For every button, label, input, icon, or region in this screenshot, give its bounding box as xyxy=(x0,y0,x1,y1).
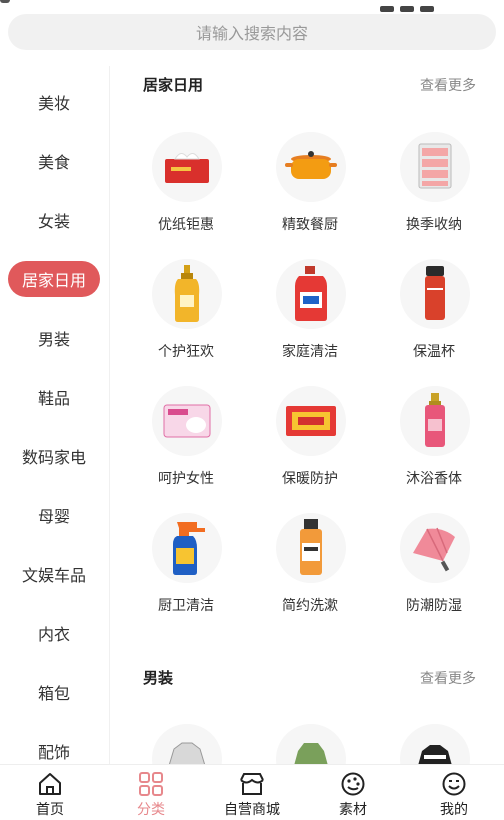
section-title-household: 居家日用 xyxy=(143,76,204,94)
tab-label: 素材 xyxy=(339,802,367,818)
grid-item[interactable]: 优纸钜惠 xyxy=(124,132,248,252)
grid-item-label: 个护狂欢 xyxy=(158,344,214,360)
sweatshirt-icon xyxy=(400,724,470,764)
thermos-icon xyxy=(400,259,470,329)
grid-item[interactable]: 简约洗漱 xyxy=(248,513,372,633)
household-grid: 优纸钜惠 精致餐厨 换季收纳 个护狂欢 家庭清洁 保温杯 呵护女性 保暖防护 沐… xyxy=(124,132,496,614)
tab-store[interactable]: 自营商城 xyxy=(202,765,302,820)
grid-item[interactable]: 保暖防护 xyxy=(248,386,372,506)
status-icons xyxy=(374,0,464,12)
grid-item[interactable]: 精致餐厨 xyxy=(248,132,372,252)
tab-label: 首页 xyxy=(36,802,64,818)
grid-item[interactable]: 沐浴香体 xyxy=(372,386,496,506)
view-more-menswear-link[interactable]: 查看更多 xyxy=(420,668,476,688)
grid-item[interactable] xyxy=(248,724,372,764)
smile-face-icon xyxy=(440,771,468,797)
grid-item[interactable]: 防潮防湿 xyxy=(372,513,496,633)
sidebar-item-electronics[interactable]: 数码家电 xyxy=(0,438,108,474)
sidebar-item-beauty[interactable]: 美妆 xyxy=(0,84,108,120)
category-grid-icon xyxy=(137,771,165,797)
grid-item[interactable]: 换季收纳 xyxy=(372,132,496,252)
tab-mine[interactable]: 我的 xyxy=(404,765,504,820)
grid-item-label: 保暖防护 xyxy=(282,471,338,487)
grid-item[interactable] xyxy=(372,724,496,764)
grid-item[interactable] xyxy=(124,724,248,764)
sanitary-pad-icon xyxy=(152,386,222,456)
sidebar-item-household[interactable]: 居家日用 xyxy=(8,261,100,297)
sidebar-item-menswear[interactable]: 男装 xyxy=(0,320,108,356)
sidebar-item-entertainment-car[interactable]: 文娱车品 xyxy=(0,556,108,592)
spray-cleaner-icon xyxy=(152,513,222,583)
storage-drawers-icon xyxy=(400,132,470,202)
sidebar-item-food[interactable]: 美食 xyxy=(0,143,108,179)
sidebar-item-underwear[interactable]: 内衣 xyxy=(0,615,108,651)
grid-item[interactable]: 保温杯 xyxy=(372,259,496,379)
heat-pack-icon xyxy=(276,386,346,456)
store-icon xyxy=(238,771,266,797)
section-title-menswear: 男装 xyxy=(143,669,174,687)
status-indicator-icon xyxy=(0,0,10,3)
status-bar xyxy=(0,0,504,12)
category-sidebar: 美妆 美食 女装 居家日用 男装 鞋品 数码家电 母婴 文娱车品 内衣 箱包 配… xyxy=(0,66,110,764)
grid-item-label: 精致餐厨 xyxy=(282,217,338,233)
palette-icon xyxy=(339,771,367,797)
grid-item[interactable]: 家庭清洁 xyxy=(248,259,372,379)
sidebar-item-bags[interactable]: 箱包 xyxy=(0,674,108,710)
view-more-household-link[interactable]: 查看更多 xyxy=(420,75,476,95)
tab-label: 自营商城 xyxy=(224,802,280,818)
grid-item-label: 呵护女性 xyxy=(158,471,214,487)
mouthwash-icon xyxy=(276,513,346,583)
search-placeholder: 请输入搜索内容 xyxy=(195,24,308,43)
detergent-bottle-icon xyxy=(276,259,346,329)
sidebar-item-shoes[interactable]: 鞋品 xyxy=(0,379,108,415)
tab-label: 分类 xyxy=(137,802,165,818)
hoodie-icon xyxy=(276,724,346,764)
jacket-icon xyxy=(152,724,222,764)
home-icon xyxy=(36,771,64,797)
grid-item-label: 简约洗漱 xyxy=(282,598,338,614)
umbrella-icon xyxy=(400,513,470,583)
grid-item[interactable]: 个护狂欢 xyxy=(124,259,248,379)
tab-label: 我的 xyxy=(440,802,468,818)
grid-item-label: 优纸钜惠 xyxy=(158,217,214,233)
cooking-pot-icon xyxy=(276,132,346,202)
tab-category[interactable]: 分类 xyxy=(101,765,201,820)
tab-home[interactable]: 首页 xyxy=(0,765,100,820)
grid-item-label: 沐浴香体 xyxy=(406,471,462,487)
tab-materials[interactable]: 素材 xyxy=(303,765,403,820)
grid-item-label: 换季收纳 xyxy=(406,217,462,233)
menswear-grid xyxy=(124,724,496,764)
search-input[interactable]: 请输入搜索内容 xyxy=(8,14,496,50)
sidebar-item-womenswear[interactable]: 女装 xyxy=(0,202,108,238)
grid-item[interactable]: 厨卫清洁 xyxy=(124,513,248,633)
grid-item[interactable]: 呵护女性 xyxy=(124,386,248,506)
sidebar-item-baby[interactable]: 母婴 xyxy=(0,497,108,533)
grid-item-label: 家庭清洁 xyxy=(282,344,338,360)
grid-item-label: 防潮防湿 xyxy=(406,598,462,614)
body-mist-icon xyxy=(400,386,470,456)
shampoo-bottle-icon xyxy=(152,259,222,329)
bottom-tab-bar: 首页 分类 自营商城 素材 我的 xyxy=(0,764,504,820)
tissue-box-icon xyxy=(152,132,222,202)
grid-item-label: 保温杯 xyxy=(413,344,455,360)
grid-item-label: 厨卫清洁 xyxy=(158,598,214,614)
